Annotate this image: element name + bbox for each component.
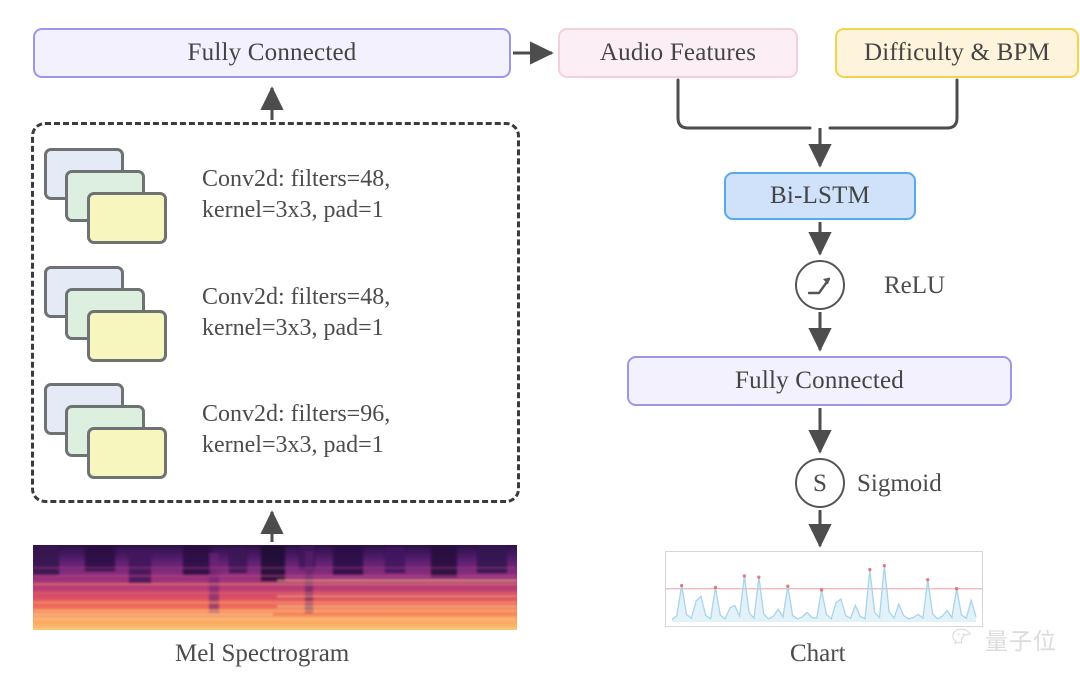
node-label: Bi-LSTM — [769, 182, 871, 209]
chart-peak-marker — [757, 575, 761, 579]
node-label: Difficulty & BPM — [863, 39, 1051, 66]
sigmoid-activation-node[interactable]: S — [795, 458, 845, 508]
conv-label-line-1: Conv2d: filters=96, — [202, 401, 391, 428]
wechat-icon — [952, 628, 971, 645]
chart-peak-marker — [954, 587, 959, 591]
feature-map-stack-icon — [44, 378, 184, 482]
feature-map-stack-icon — [44, 261, 184, 365]
chart-peak-marker — [742, 574, 747, 578]
sigmoid-label: Sigmoid — [857, 470, 942, 497]
chart-peak-marker — [679, 583, 684, 588]
conv-block-1[interactable]: Conv2d: filters=48, kernel=3x3, pad=1 — [44, 140, 474, 250]
node-bi-lstm[interactable]: Bi-LSTM — [724, 172, 916, 220]
node-label: Audio Features — [599, 39, 757, 66]
conv-label-line-2: kernel=3x3, pad=1 — [202, 315, 384, 341]
conv-block-2[interactable]: Conv2d: filters=48, kernel=3x3, pad=1 — [44, 258, 474, 368]
conv-block-label: Conv2d: filters=48, kernel=3x3, pad=1 — [202, 282, 390, 343]
edge-difficulty-to-merge — [828, 78, 959, 130]
conv-block-label: Conv2d: filters=96, kernel=3x3, pad=1 — [202, 399, 390, 460]
feature-map-card-yellow — [87, 310, 167, 362]
chart-peak-marker — [882, 563, 887, 568]
caption-mel-spectrogram: Mel Spectrogram — [175, 640, 350, 667]
feature-map-stack-icon — [44, 143, 184, 247]
node-audio-features[interactable]: Audio Features — [558, 28, 798, 78]
conv-label-line-2: kernel=3x3, pad=1 — [202, 197, 384, 223]
chart-peak-marker — [786, 584, 790, 588]
node-fully-connected-decoder[interactable]: Fully Connected — [627, 356, 1012, 406]
sigmoid-glyph: S — [813, 469, 827, 497]
output-chart — [665, 551, 983, 627]
node-fully-connected-encoder[interactable]: Fully Connected — [33, 28, 511, 78]
conv-label-line-1: Conv2d: filters=48, — [202, 166, 391, 193]
relu-curve-icon — [807, 277, 831, 295]
chart-peak-marker — [926, 578, 930, 582]
chart-peak-marker — [868, 567, 872, 572]
edge-audio-features-to-merge — [676, 78, 812, 130]
conv-label-line-1: Conv2d: filters=48, — [202, 284, 391, 311]
relu-activation-node[interactable] — [795, 260, 845, 310]
watermark: 量子位 — [952, 622, 1057, 656]
relu-label: ReLU — [884, 272, 946, 299]
conv-block-3[interactable]: Conv2d: filters=96, kernel=3x3, pad=1 — [44, 375, 474, 485]
chart-peak-marker — [819, 588, 824, 592]
node-label: Fully Connected — [735, 367, 904, 394]
feature-map-card-yellow — [87, 192, 167, 244]
chart-peak-marker — [713, 585, 718, 590]
node-label: Fully Connected — [187, 39, 357, 66]
watermark-text: 量子位 — [985, 629, 1057, 655]
conv-block-label: Conv2d: filters=48, kernel=3x3, pad=1 — [202, 164, 390, 225]
node-difficulty-and-bpm[interactable]: Difficulty & BPM — [835, 28, 1079, 78]
feature-map-card-yellow — [87, 427, 167, 479]
caption-chart: Chart — [790, 640, 846, 667]
mel-spectrogram-image — [33, 545, 517, 630]
conv-label-line-2: kernel=3x3, pad=1 — [202, 432, 384, 458]
